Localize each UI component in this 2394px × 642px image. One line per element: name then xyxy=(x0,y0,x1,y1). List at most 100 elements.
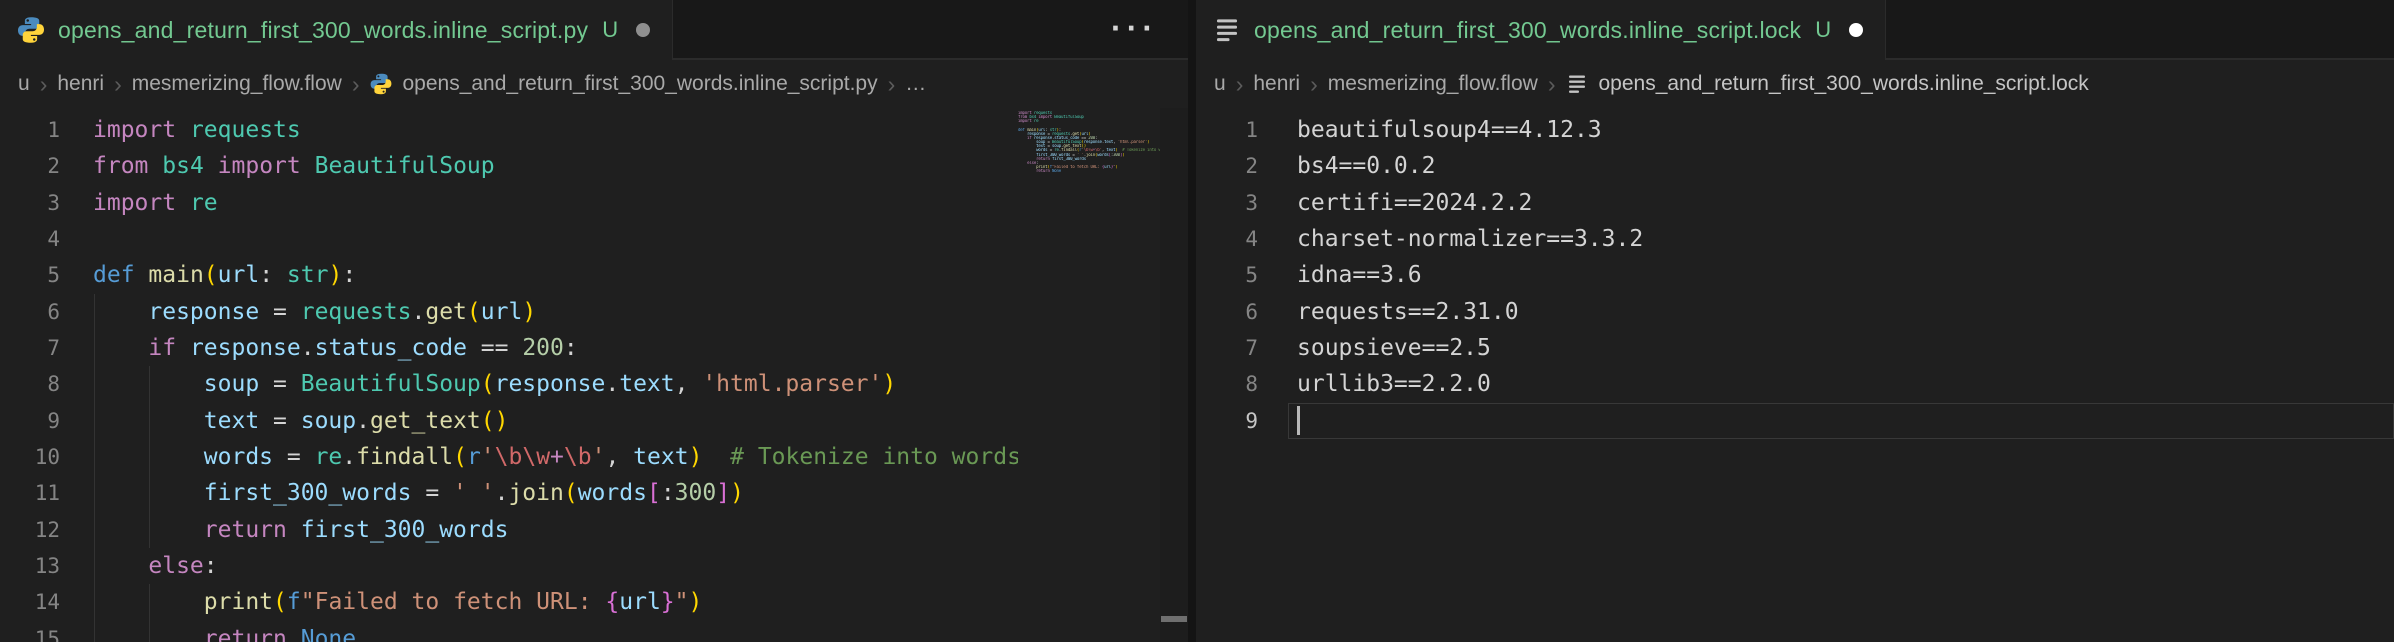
code-line[interactable]: 4 xyxy=(0,221,1188,257)
indent-guide xyxy=(94,475,95,511)
breadcrumb-item[interactable]: mesmerizing_flow.flow xyxy=(1328,72,1538,96)
code-editor[interactable]: 1import requests2from bs4 import Beautif… xyxy=(0,108,1188,642)
breadcrumb-item[interactable]: mesmerizing_flow.flow xyxy=(132,72,342,96)
indent-guide xyxy=(149,403,150,439)
indent-guide xyxy=(94,548,95,584)
line-number: 3 xyxy=(1196,185,1258,221)
code-line[interactable]: 9 xyxy=(1196,403,2394,439)
editor-group-right: opens_and_return_first_300_words.inline_… xyxy=(1196,0,2394,642)
tab-python-script[interactable]: opens_and_return_first_300_words.inline_… xyxy=(0,0,673,60)
lock-file-icon xyxy=(1212,15,1242,45)
code-line[interactable]: 1import requests xyxy=(0,112,1188,148)
line-number: 5 xyxy=(1196,257,1258,293)
breadcrumb-label: mesmerizing_flow.flow xyxy=(132,72,342,96)
breadcrumb-item[interactable]: … xyxy=(905,72,926,96)
code-line[interactable]: 11 first_300_words = ' '.join(words[:300… xyxy=(0,475,1188,511)
breadcrumb-item[interactable]: opens_and_return_first_300_words.inline_… xyxy=(369,72,877,96)
dirty-indicator[interactable] xyxy=(636,23,650,37)
indent-guide xyxy=(149,475,150,511)
breadcrumb-item[interactable]: henri xyxy=(57,72,104,96)
breadcrumb: u›henri›mesmerizing_flow.flow›opens_and_… xyxy=(1196,60,2394,108)
code-line[interactable]: 5idna==3.6 xyxy=(1196,257,2394,293)
breadcrumb-separator-icon: › xyxy=(1236,71,1244,98)
code-line[interactable]: 8 urllib3==2.2.0 xyxy=(1196,366,2394,402)
code-line[interactable]: 12 return first_300_words xyxy=(0,512,1188,548)
line-number: 9 xyxy=(0,403,60,439)
tab-bar-right: opens_and_return_first_300_words.inline_… xyxy=(1196,0,2394,60)
line-number: 9 xyxy=(1196,403,1258,439)
breadcrumb-label: opens_and_return_first_300_words.inline_… xyxy=(402,72,877,96)
code-line[interactable]: 6 response = requests.get(url) xyxy=(0,294,1188,330)
code-line[interactable]: 7 soupsieve==2.5 xyxy=(1196,330,2394,366)
lock-file-icon xyxy=(1565,72,1589,96)
indent-guide xyxy=(149,512,150,548)
breadcrumb-label: … xyxy=(905,72,926,96)
code-line[interactable]: 13 else: xyxy=(0,548,1188,584)
line-number: 11 xyxy=(0,475,60,511)
indent-guide xyxy=(149,621,150,642)
code-line[interactable]: 1 beautifulsoup4==4.12.3 xyxy=(1196,112,2394,148)
indent-guide xyxy=(149,584,150,620)
indent-guide xyxy=(94,621,95,642)
line-number: 7 xyxy=(1196,330,1258,366)
tab-label: opens_and_return_first_300_words.inline_… xyxy=(58,17,588,44)
code-line[interactable]: 10 words = re.findall(r'\b\w+\b', text) … xyxy=(0,439,1188,475)
code-line[interactable]: 14 print(f"Failed to fetch URL: {url}") xyxy=(0,584,1188,620)
line-number: 13 xyxy=(0,548,60,584)
code-line[interactable]: 6requests==2.31.0 xyxy=(1196,294,2394,330)
python-icon xyxy=(16,15,46,45)
editor-groups: opens_and_return_first_300_words.inline_… xyxy=(0,0,2394,642)
breadcrumb-separator-icon: › xyxy=(352,71,360,98)
breadcrumb-item[interactable]: opens_and_return_first_300_words.inline_… xyxy=(1565,72,2088,96)
code-lines: 1 beautifulsoup4==4.12.32bs4==0.0.23certi… xyxy=(1196,112,2394,439)
code-line[interactable]: 4charset-normalizer==3.3.2 xyxy=(1196,221,2394,257)
code-lines: 1import requests2from bs4 import Beautif… xyxy=(0,112,1188,642)
breadcrumb-item[interactable]: henri xyxy=(1253,72,1300,96)
line-number: 8 xyxy=(0,366,60,402)
code-text: soupsieve==2.5 xyxy=(1297,330,2394,366)
indent-guide xyxy=(94,584,95,620)
indent-guide xyxy=(94,330,95,366)
breadcrumb: u›henri›mesmerizing_flow.flow›opens_and_… xyxy=(0,60,1188,108)
code-line[interactable]: 2from bs4 import BeautifulSoup xyxy=(0,148,1188,184)
code-line[interactable]: 7 if response.status_code == 200: xyxy=(0,330,1188,366)
line-number: 5 xyxy=(0,257,60,293)
tab-label: opens_and_return_first_300_words.inline_… xyxy=(1254,17,1801,44)
code-editor[interactable]: 1 beautifulsoup4==4.12.32bs4==0.0.23certi… xyxy=(1196,108,2394,642)
git-status-badge: U xyxy=(602,17,618,43)
git-status-badge: U xyxy=(1815,17,1831,43)
code-line[interactable]: 5def main(url: str): xyxy=(0,257,1188,293)
breadcrumb-label: u xyxy=(1214,72,1226,96)
tab-lock-file[interactable]: opens_and_return_first_300_words.inline_… xyxy=(1196,0,1886,60)
code-line[interactable]: 8 soup = BeautifulSoup(response.text, 'h… xyxy=(0,366,1188,402)
breadcrumb-separator-icon: › xyxy=(1548,71,1556,98)
line-number: 1 xyxy=(1196,112,1258,148)
line-number: 10 xyxy=(0,439,60,475)
indent-guide xyxy=(94,366,95,402)
code-text: beautifulsoup4==4.12.3 xyxy=(1297,112,2394,148)
line-number: 8 xyxy=(1196,366,1258,402)
code-text xyxy=(1297,403,2394,439)
minimap[interactable]: import requestsfrom bs4 import Beautiful… xyxy=(1018,108,1160,642)
indent-guide xyxy=(149,439,150,475)
code-text: urllib3==2.2.0 xyxy=(1297,366,2394,402)
breadcrumb-label: u xyxy=(18,72,30,96)
line-number: 2 xyxy=(0,148,60,184)
code-text: requests==2.31.0 xyxy=(1297,294,2394,330)
code-line[interactable]: 15 return None xyxy=(0,621,1188,642)
breadcrumb-separator-icon: › xyxy=(40,71,48,98)
scrollbar-track[interactable] xyxy=(1160,108,1188,642)
code-line[interactable]: 3import re xyxy=(0,185,1188,221)
more-actions-icon[interactable]: ··· xyxy=(1111,12,1158,44)
code-line[interactable]: 3certifi==2024.2.2 xyxy=(1196,185,2394,221)
pane-divider-sash[interactable] xyxy=(1188,0,1196,642)
scrollbar-thumb[interactable] xyxy=(1161,616,1187,622)
breadcrumb-item[interactable]: u xyxy=(1214,72,1226,96)
dirty-indicator[interactable] xyxy=(1849,23,1863,37)
code-line[interactable]: 9 text = soup.get_text() xyxy=(0,403,1188,439)
line-number: 3 xyxy=(0,185,60,221)
line-number: 6 xyxy=(0,294,60,330)
code-line[interactable]: 2bs4==0.0.2 xyxy=(1196,148,2394,184)
line-number: 4 xyxy=(1196,221,1258,257)
breadcrumb-item[interactable]: u xyxy=(18,72,30,96)
